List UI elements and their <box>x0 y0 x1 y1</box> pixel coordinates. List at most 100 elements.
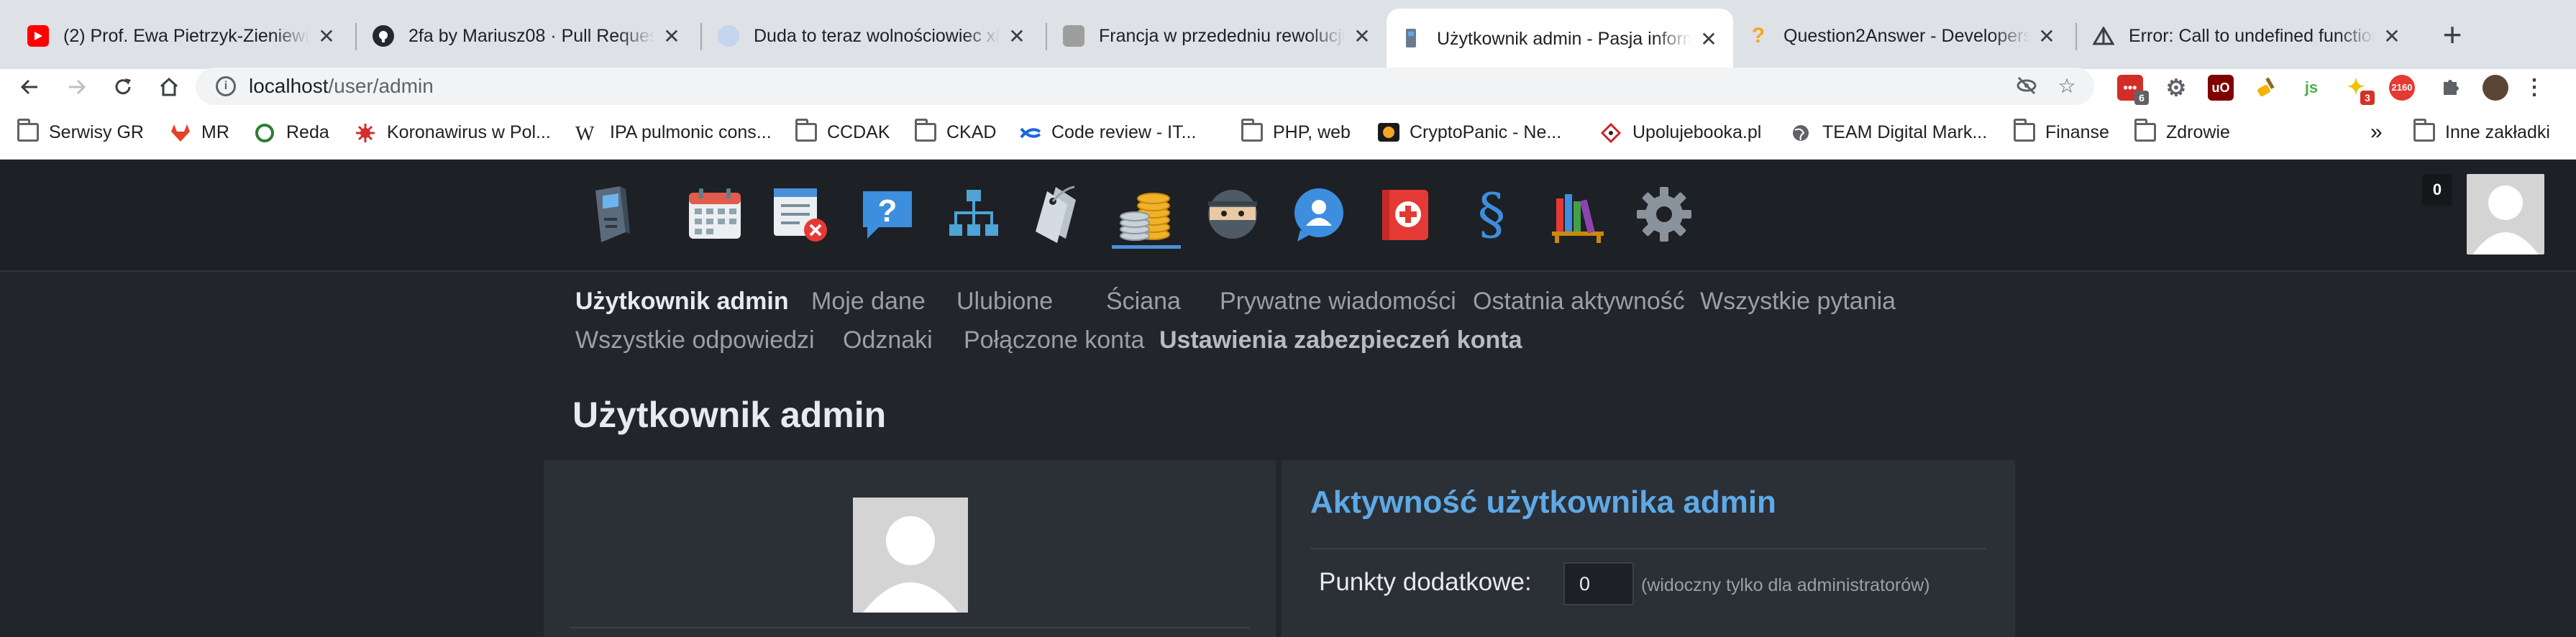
browser-tab[interactable]: (2) Prof. Ewa Pietrzyk-Zieniewicz ✕ <box>13 10 351 62</box>
bookmark-item[interactable]: Code review - IT... <box>1020 119 1196 145</box>
address-bar[interactable]: i localhost/user/admin ☆ <box>196 68 2094 105</box>
bookmark-item[interactable]: MR <box>170 119 229 145</box>
subnav-recent-activity[interactable]: Ostatnia aktywność <box>1473 288 1685 316</box>
ninja-icon[interactable] <box>1198 180 1267 249</box>
close-icon[interactable]: ✕ <box>662 24 682 48</box>
js-icon[interactable]: js <box>2298 75 2324 101</box>
browser-tab[interactable]: ? Question2Answer - Developers ✕ <box>1733 10 2071 62</box>
avatar[interactable] <box>2467 174 2544 255</box>
question-icon[interactable]: ? <box>853 180 922 249</box>
activity-title: Aktywność użytkownika admin <box>1310 485 1776 520</box>
bookmark-label: Upolujebooka.pl <box>1632 122 1762 142</box>
tab-title: 2fa by Mariusz08 · Pull Request <box>408 25 654 46</box>
bookmark-item[interactable]: Reda <box>255 119 329 145</box>
subnav-all-answers[interactable]: Wszystkie odpowiedzi <box>575 326 815 354</box>
bookmark-item[interactable]: Zdrowie <box>2134 119 2230 145</box>
settings-icon[interactable] <box>1630 180 1699 249</box>
confluence-icon <box>1020 123 1041 142</box>
counter-2160-icon[interactable]: 2160 <box>2389 75 2415 101</box>
ublock-icon[interactable]: uO <box>2208 75 2234 101</box>
coins-icon[interactable] <box>1112 180 1181 249</box>
calendar-icon[interactable] <box>680 180 749 249</box>
profile-avatar[interactable] <box>2483 75 2508 101</box>
bookmark-item[interactable]: PHP, web <box>1241 119 1351 145</box>
close-icon[interactable]: ✕ <box>1007 24 1027 48</box>
gear-ext-icon[interactable]: ⚙ <box>2163 75 2189 101</box>
subnav-favorites[interactable]: Ulubione <box>956 288 1053 316</box>
site-logo-icon[interactable] <box>575 180 644 249</box>
subnav-user-profile[interactable]: Użytkownik admin <box>575 288 789 316</box>
tag-icon[interactable] <box>1026 180 1095 249</box>
notification-count[interactable]: 0 <box>2422 174 2452 206</box>
other-bookmarks[interactable]: Inne zakładki <box>2413 119 2550 145</box>
page-icon <box>718 25 739 47</box>
hierarchy-icon[interactable] <box>939 180 1008 249</box>
books-icon[interactable] <box>1543 180 1612 249</box>
bookmark-label: CCDAK <box>827 122 890 142</box>
browser-tab[interactable]: Francja w przededniu rewolucji ✕ <box>1049 10 1387 62</box>
ext-badge: 6 <box>2134 91 2149 105</box>
home-button[interactable] <box>151 69 187 105</box>
subnav-wall[interactable]: Ściana <box>1106 288 1181 316</box>
reload-button[interactable] <box>105 69 141 105</box>
bookmark-item[interactable]: CryptoPanic - Ne... <box>1378 119 1561 145</box>
browser-tab[interactable]: Error: Call to undefined function ✕ <box>2078 10 2416 62</box>
bookmarks-bar: Serwisy GR MR Reda Koronawirus w Pol... … <box>0 105 2576 160</box>
globe-icon <box>1791 123 1812 142</box>
bookmark-item[interactable]: Finanse <box>2014 119 2109 145</box>
close-icon[interactable]: ✕ <box>316 24 337 48</box>
first-aid-icon[interactable] <box>1371 180 1440 249</box>
youtube-icon <box>27 25 49 47</box>
tab-title: Użytkownik admin - Pasja informatyki <box>1437 28 1691 49</box>
subnav-connected-accounts[interactable]: Połączone konta <box>964 326 1144 354</box>
back-button[interactable] <box>12 69 47 105</box>
browser-tab-active[interactable]: Użytkownik admin - Pasja informatyki ✕ <box>1387 9 1733 69</box>
close-icon[interactable]: ✕ <box>2382 24 2402 48</box>
bonus-points-input[interactable] <box>1563 562 1634 605</box>
eye-off-icon[interactable] <box>2015 75 2038 98</box>
subnav-my-data[interactable]: Moje dane <box>811 288 926 316</box>
bookmark-item[interactable]: TEAM Digital Mark... <box>1791 119 1987 145</box>
close-icon[interactable]: ✕ <box>2037 24 2057 48</box>
tab-title: Francja w przededniu rewolucji <box>1099 25 1345 46</box>
star-icon[interactable]: ☆ <box>2055 75 2078 98</box>
lastpass-icon[interactable]: ••• 6 <box>2117 75 2149 105</box>
brush-icon[interactable] <box>2254 75 2280 101</box>
menu-icon[interactable]: ⋮ <box>2521 75 2547 101</box>
bookmark-item[interactable]: Upolujebooka.pl <box>1600 119 1762 145</box>
bookmark-item[interactable]: Serwisy GR <box>17 119 144 145</box>
new-tab-button[interactable]: + <box>2432 16 2472 56</box>
subnav-security-settings[interactable]: Ustawienia zabezpieczeń konta <box>1159 326 1522 354</box>
site-info-icon[interactable]: i <box>216 76 236 96</box>
bookmarks-overflow-button[interactable]: » <box>2370 119 2383 145</box>
paragraph-icon[interactable]: § <box>1457 180 1526 249</box>
bookmark-item[interactable]: CCDAK <box>795 119 890 145</box>
browser-toolbar: i localhost/user/admin ☆ ••• 6 ⚙ uO js ✦ 3… <box>0 68 2576 105</box>
question-glyph: ? <box>878 193 898 229</box>
github-icon <box>373 25 394 47</box>
close-icon[interactable]: ✕ <box>1699 27 1719 51</box>
profile-avatar <box>853 498 968 613</box>
tab-title: (2) Prof. Ewa Pietrzyk-Zieniewicz <box>63 25 309 46</box>
close-icon[interactable]: ✕ <box>1352 24 1372 48</box>
browser-tab[interactable]: Duda to teraz wolnościowiec xD ✕ <box>703 10 1041 62</box>
browser-tab[interactable]: 2fa by Mariusz08 · Pull Request ✕ <box>358 10 696 62</box>
divider <box>1310 548 1986 549</box>
url-text[interactable]: localhost/user/admin <box>249 75 434 98</box>
tab-title: Duda to teraz wolnościowiec xD <box>754 25 1000 46</box>
bookmark-item[interactable]: Koronawirus w Pol... <box>355 119 551 145</box>
lightbulb-icon[interactable]: ✦ 3 <box>2343 75 2375 105</box>
bookmark-label: Reda <box>286 122 329 142</box>
bookmark-item[interactable]: W IPA pulmonic cons... <box>575 119 772 146</box>
wikipedia-icon: W <box>575 123 595 145</box>
user-bubble-icon[interactable] <box>1284 180 1353 249</box>
bonus-points-label: Punkty dodatkowe: <box>1319 568 1532 596</box>
bookmark-item[interactable]: CKAD <box>915 119 996 145</box>
task-list-icon[interactable] <box>767 180 836 249</box>
url-path: /user/admin <box>328 75 434 97</box>
forward-button[interactable] <box>59 69 95 105</box>
subnav-private-messages[interactable]: Prywatne wiadomości <box>1220 288 1456 316</box>
subnav-all-questions[interactable]: Wszystkie pytania <box>1700 288 1896 316</box>
subnav-badges[interactable]: Odznaki <box>843 326 933 354</box>
puzzle-icon[interactable] <box>2438 75 2464 101</box>
